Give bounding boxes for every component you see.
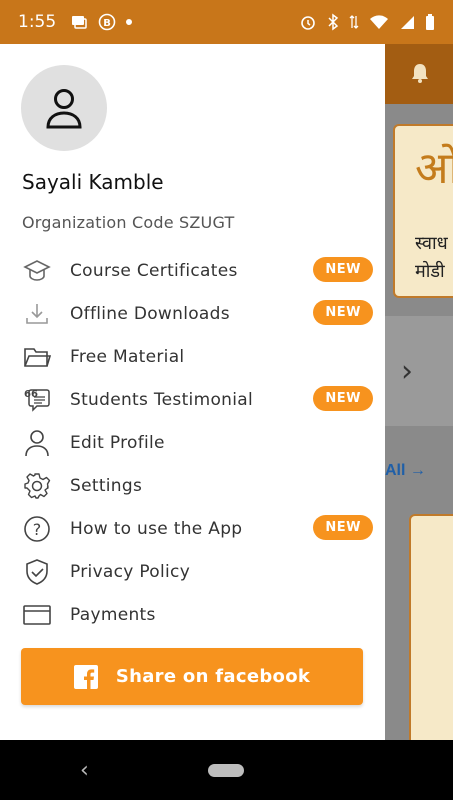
menu-item-edit-profile[interactable]: Edit Profile — [0, 421, 385, 464]
home-pill[interactable] — [208, 764, 244, 777]
b-notification-icon: B — [98, 13, 116, 31]
status-bar: 1:55 B — [0, 0, 453, 44]
gear-icon — [22, 471, 52, 501]
background-app-bar — [385, 44, 453, 104]
background-card-2 — [409, 514, 453, 740]
menu-item-offline-downloads[interactable]: Offline Downloads NEW — [0, 292, 385, 335]
background-app[interactable]: ओ स्वाध मोडी › All → — [385, 44, 453, 740]
menu-item-payments[interactable]: Payments — [0, 593, 385, 636]
avatar[interactable] — [21, 65, 107, 151]
testimonial-quote-icon: 66 — [22, 385, 52, 415]
facebook-icon — [73, 664, 98, 689]
menu-item-label: Students Testimonial — [70, 389, 253, 410]
banner-glyph: ओ — [415, 143, 453, 194]
help-icon: ? — [22, 514, 52, 544]
chat-notification-icon — [72, 16, 87, 29]
new-badge: NEW — [313, 515, 373, 540]
signal-icon — [401, 16, 414, 29]
share-on-facebook-button[interactable]: Share on facebook — [21, 648, 363, 705]
menu-item-label: Settings — [70, 475, 143, 496]
menu-item-label: Edit Profile — [70, 432, 165, 453]
status-time: 1:55 — [18, 12, 57, 32]
system-navigation-bar: ‹ — [0, 740, 453, 800]
wifi-icon — [370, 15, 388, 29]
menu-item-label: Privacy Policy — [70, 561, 191, 582]
chevron-right-icon: › — [401, 354, 413, 389]
menu-item-students-testimonial[interactable]: 66 Students Testimonial NEW — [0, 378, 385, 421]
shield-check-icon — [22, 557, 52, 587]
menu-item-label: Course Certificates — [70, 260, 238, 281]
new-badge: NEW — [313, 386, 373, 411]
user-avatar-icon — [46, 89, 82, 129]
menu-item-settings[interactable]: Settings — [0, 464, 385, 507]
organization-code: Organization Code SZUGT — [22, 213, 235, 232]
banner-text-1: स्वाध — [415, 233, 448, 254]
graduation-cap-icon — [22, 256, 52, 286]
menu-item-label: Free Material — [70, 346, 185, 367]
bell-icon — [412, 64, 428, 83]
new-badge: NEW — [313, 257, 373, 282]
more-notifications-dot — [126, 19, 133, 25]
menu-item-course-certificates[interactable]: Course Certificates NEW — [0, 249, 385, 292]
svg-text:?: ? — [33, 520, 42, 539]
menu-item-label: How to use the App — [70, 518, 243, 539]
background-card — [385, 316, 453, 426]
download-icon — [22, 299, 52, 329]
new-badge: NEW — [313, 300, 373, 325]
menu-item-label: Offline Downloads — [70, 303, 230, 324]
drawer-menu: Course Certificates NEW Offline Download… — [0, 249, 385, 636]
menu-item-how-to-use[interactable]: ? How to use the App NEW — [0, 507, 385, 550]
data-arrows-icon — [349, 15, 359, 29]
user-icon — [22, 428, 52, 458]
background-banner: ओ स्वाध मोडी — [393, 124, 453, 298]
battery-icon — [426, 14, 434, 30]
menu-item-free-material[interactable]: Free Material — [0, 335, 385, 378]
user-name: Sayali Kamble — [22, 170, 164, 194]
folder-icon — [22, 342, 52, 372]
menu-item-label: Payments — [70, 604, 156, 625]
card-icon — [22, 600, 52, 630]
svg-text:66: 66 — [24, 389, 38, 400]
alarm-icon — [301, 16, 315, 30]
view-all-link: All → — [385, 462, 426, 479]
share-button-label: Share on facebook — [115, 666, 311, 687]
bluetooth-icon — [328, 13, 339, 31]
svg-text:B: B — [103, 18, 111, 29]
navigation-drawer: Sayali Kamble Organization Code SZUGT Co… — [0, 44, 385, 740]
back-icon[interactable]: ‹ — [80, 758, 89, 783]
menu-item-privacy-policy[interactable]: Privacy Policy — [0, 550, 385, 593]
banner-text-2: मोडी — [415, 261, 445, 282]
